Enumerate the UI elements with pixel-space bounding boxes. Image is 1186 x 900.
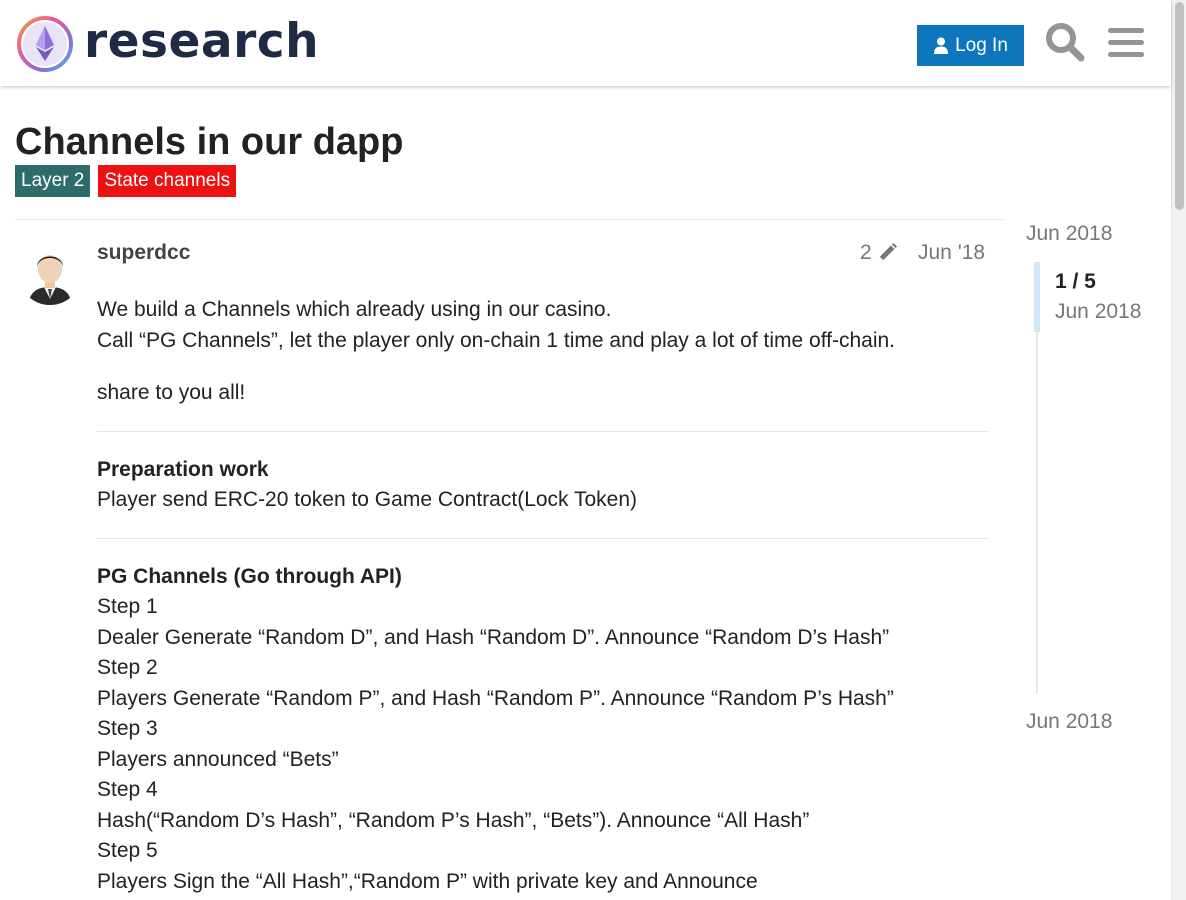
step-text: Hash(“Random D’s Hash”, “Random P’s Hash… bbox=[97, 808, 810, 832]
step-label: Step 3 bbox=[97, 717, 158, 740]
post-date[interactable]: Jun '18 bbox=[918, 239, 985, 267]
topic-title[interactable]: Channels in our dapp bbox=[15, 117, 403, 167]
step-label: Step 1 bbox=[97, 595, 158, 618]
step-text: Players announced “Bets” bbox=[97, 747, 339, 771]
edit-history-button[interactable]: 2 bbox=[860, 239, 898, 267]
topic-tags: Layer 2 State channels bbox=[15, 165, 237, 197]
post-text: share to you all! bbox=[97, 381, 246, 404]
title-divider bbox=[15, 219, 1004, 220]
site-logo-icon[interactable] bbox=[16, 15, 74, 73]
login-button-label: Log In bbox=[955, 34, 1008, 56]
scrollbar-thumb[interactable] bbox=[1175, 2, 1184, 210]
search-icon[interactable] bbox=[1045, 22, 1085, 62]
post-paragraph: Preparation work Player send ERC-20 toke… bbox=[97, 455, 989, 516]
post-text: Call “PG Channels”, let the player only … bbox=[97, 328, 896, 352]
post-username[interactable]: superdcc bbox=[97, 239, 190, 267]
section-divider bbox=[97, 430, 989, 432]
section-divider bbox=[97, 537, 989, 539]
hamburger-menu-icon[interactable] bbox=[1106, 22, 1146, 62]
post-body: We build a Channels which already using … bbox=[97, 295, 989, 897]
step-label: Step 2 bbox=[97, 656, 158, 679]
user-icon bbox=[934, 37, 949, 54]
pencil-icon bbox=[878, 243, 897, 261]
step-label: Step 5 bbox=[97, 839, 158, 862]
page-scrollbar[interactable] bbox=[1171, 0, 1186, 900]
step-label: Step 4 bbox=[97, 778, 158, 801]
site-name[interactable]: research bbox=[84, 14, 319, 70]
edit-count: 2 bbox=[860, 241, 872, 264]
post-paragraph: PG Channels (Go through API) Step 1 Deal… bbox=[97, 562, 989, 898]
post-text: Player send ERC-20 token to Game Contrac… bbox=[97, 488, 638, 511]
tag-layer-2[interactable]: Layer 2 bbox=[15, 165, 91, 197]
avatar[interactable] bbox=[18, 241, 82, 305]
timeline-end-date[interactable]: Jun 2018 bbox=[1026, 708, 1112, 736]
timeline-position-date: Jun 2018 bbox=[1055, 300, 1142, 323]
post-paragraph: We build a Channels which already using … bbox=[97, 295, 989, 356]
tag-state-channels[interactable]: State channels bbox=[98, 165, 237, 197]
step-text: Players Generate “Random P”, and Hash “R… bbox=[97, 686, 894, 710]
site-header: research Log In bbox=[0, 0, 1171, 86]
post-text: We build a Channels which already using … bbox=[97, 298, 612, 321]
timeline-handle[interactable] bbox=[1034, 262, 1040, 332]
section-heading: Preparation work bbox=[97, 457, 269, 481]
timeline-position: 1 / 5 bbox=[1055, 270, 1096, 293]
step-text: Players Sign the “All Hash”,“Random P” w… bbox=[97, 869, 758, 893]
login-button[interactable]: Log In bbox=[917, 25, 1024, 66]
section-heading: PG Channels (Go through API) bbox=[97, 564, 402, 588]
timeline-start-date[interactable]: Jun 2018 bbox=[1026, 220, 1112, 248]
step-text: Dealer Generate “Random D”, and Hash “Ra… bbox=[97, 625, 890, 649]
